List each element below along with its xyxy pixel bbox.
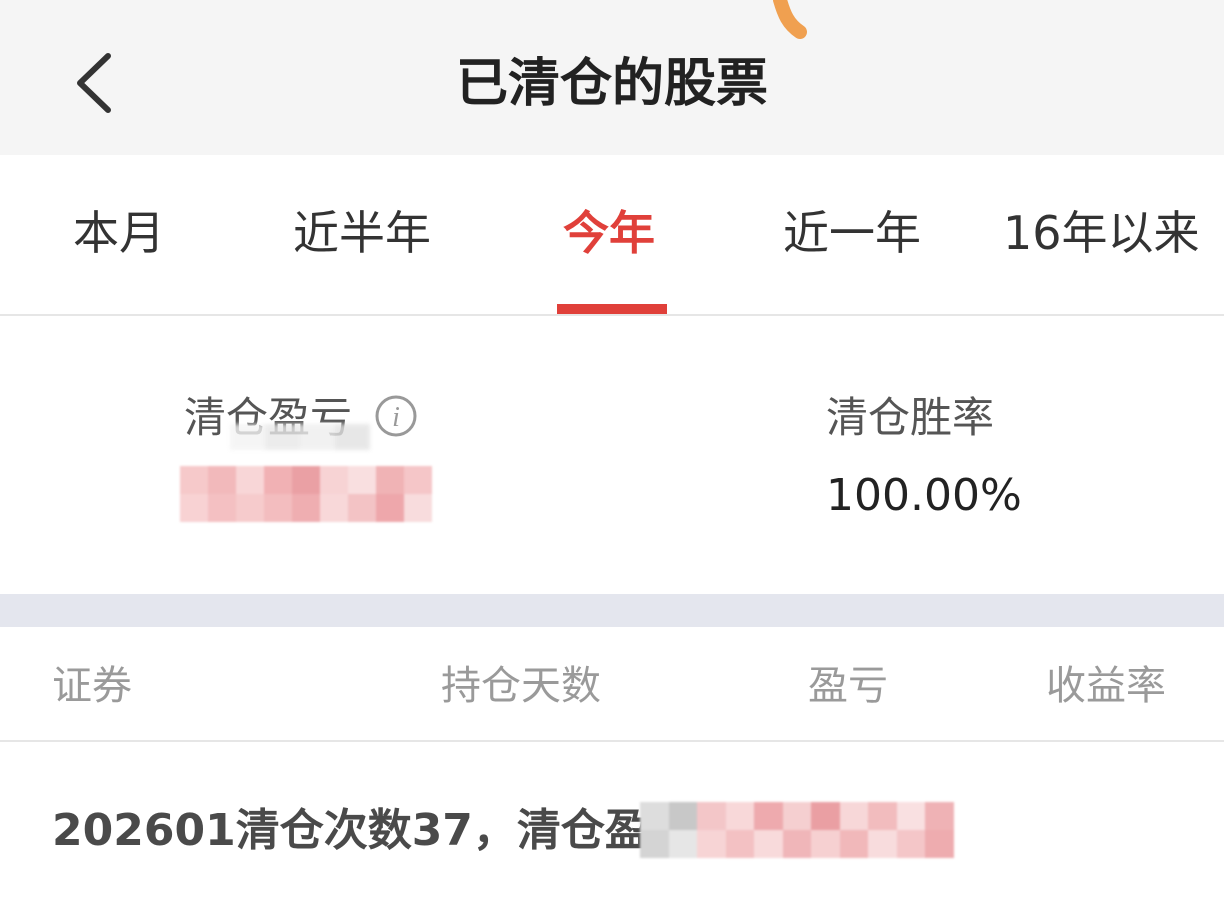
- active-tab-indicator: [557, 304, 667, 314]
- table-header: 证券 持仓天数 盈亏 收益率: [0, 627, 1224, 742]
- col-pnl[interactable]: 盈亏: [808, 661, 888, 711]
- page-title: 已清仓的股票: [455, 54, 768, 114]
- tab-this-month[interactable]: 本月: [73, 203, 165, 263]
- nav-header: 已清仓的股票: [0, 0, 1224, 155]
- info-icon[interactable]: i: [374, 394, 418, 438]
- section-divider: [0, 594, 1224, 627]
- col-security[interactable]: 证券: [52, 661, 132, 711]
- tab-since-2016[interactable]: 16年以来: [1003, 203, 1200, 263]
- pnl-value-redacted: [180, 466, 432, 522]
- decoration-icon: [773, 0, 807, 39]
- svg-text:i: i: [392, 402, 400, 433]
- record-value-redacted: [640, 802, 954, 858]
- tab-one-year[interactable]: 近一年: [783, 203, 921, 263]
- win-rate-label: 清仓胜率: [826, 393, 995, 442]
- tab-half-year[interactable]: 近半年: [293, 203, 431, 263]
- col-return-rate[interactable]: 收益率: [1046, 661, 1166, 711]
- period-tabs: 本月 近半年 今年 近一年 16年以来: [0, 155, 1224, 316]
- tab-this-year[interactable]: 今年: [563, 203, 655, 263]
- summary-panel: 清仓盈亏 i 清仓胜率 100.00%: [0, 316, 1224, 594]
- pnl-label-smudge: [230, 424, 370, 450]
- col-holding-days[interactable]: 持仓天数: [441, 661, 601, 711]
- list-item[interactable]: 202601清仓次数37，清仓盈利: [0, 742, 1224, 921]
- record-summary-text: 202601清仓次数37，清仓盈利: [52, 805, 693, 856]
- win-rate-value: 100.00%: [826, 470, 1022, 521]
